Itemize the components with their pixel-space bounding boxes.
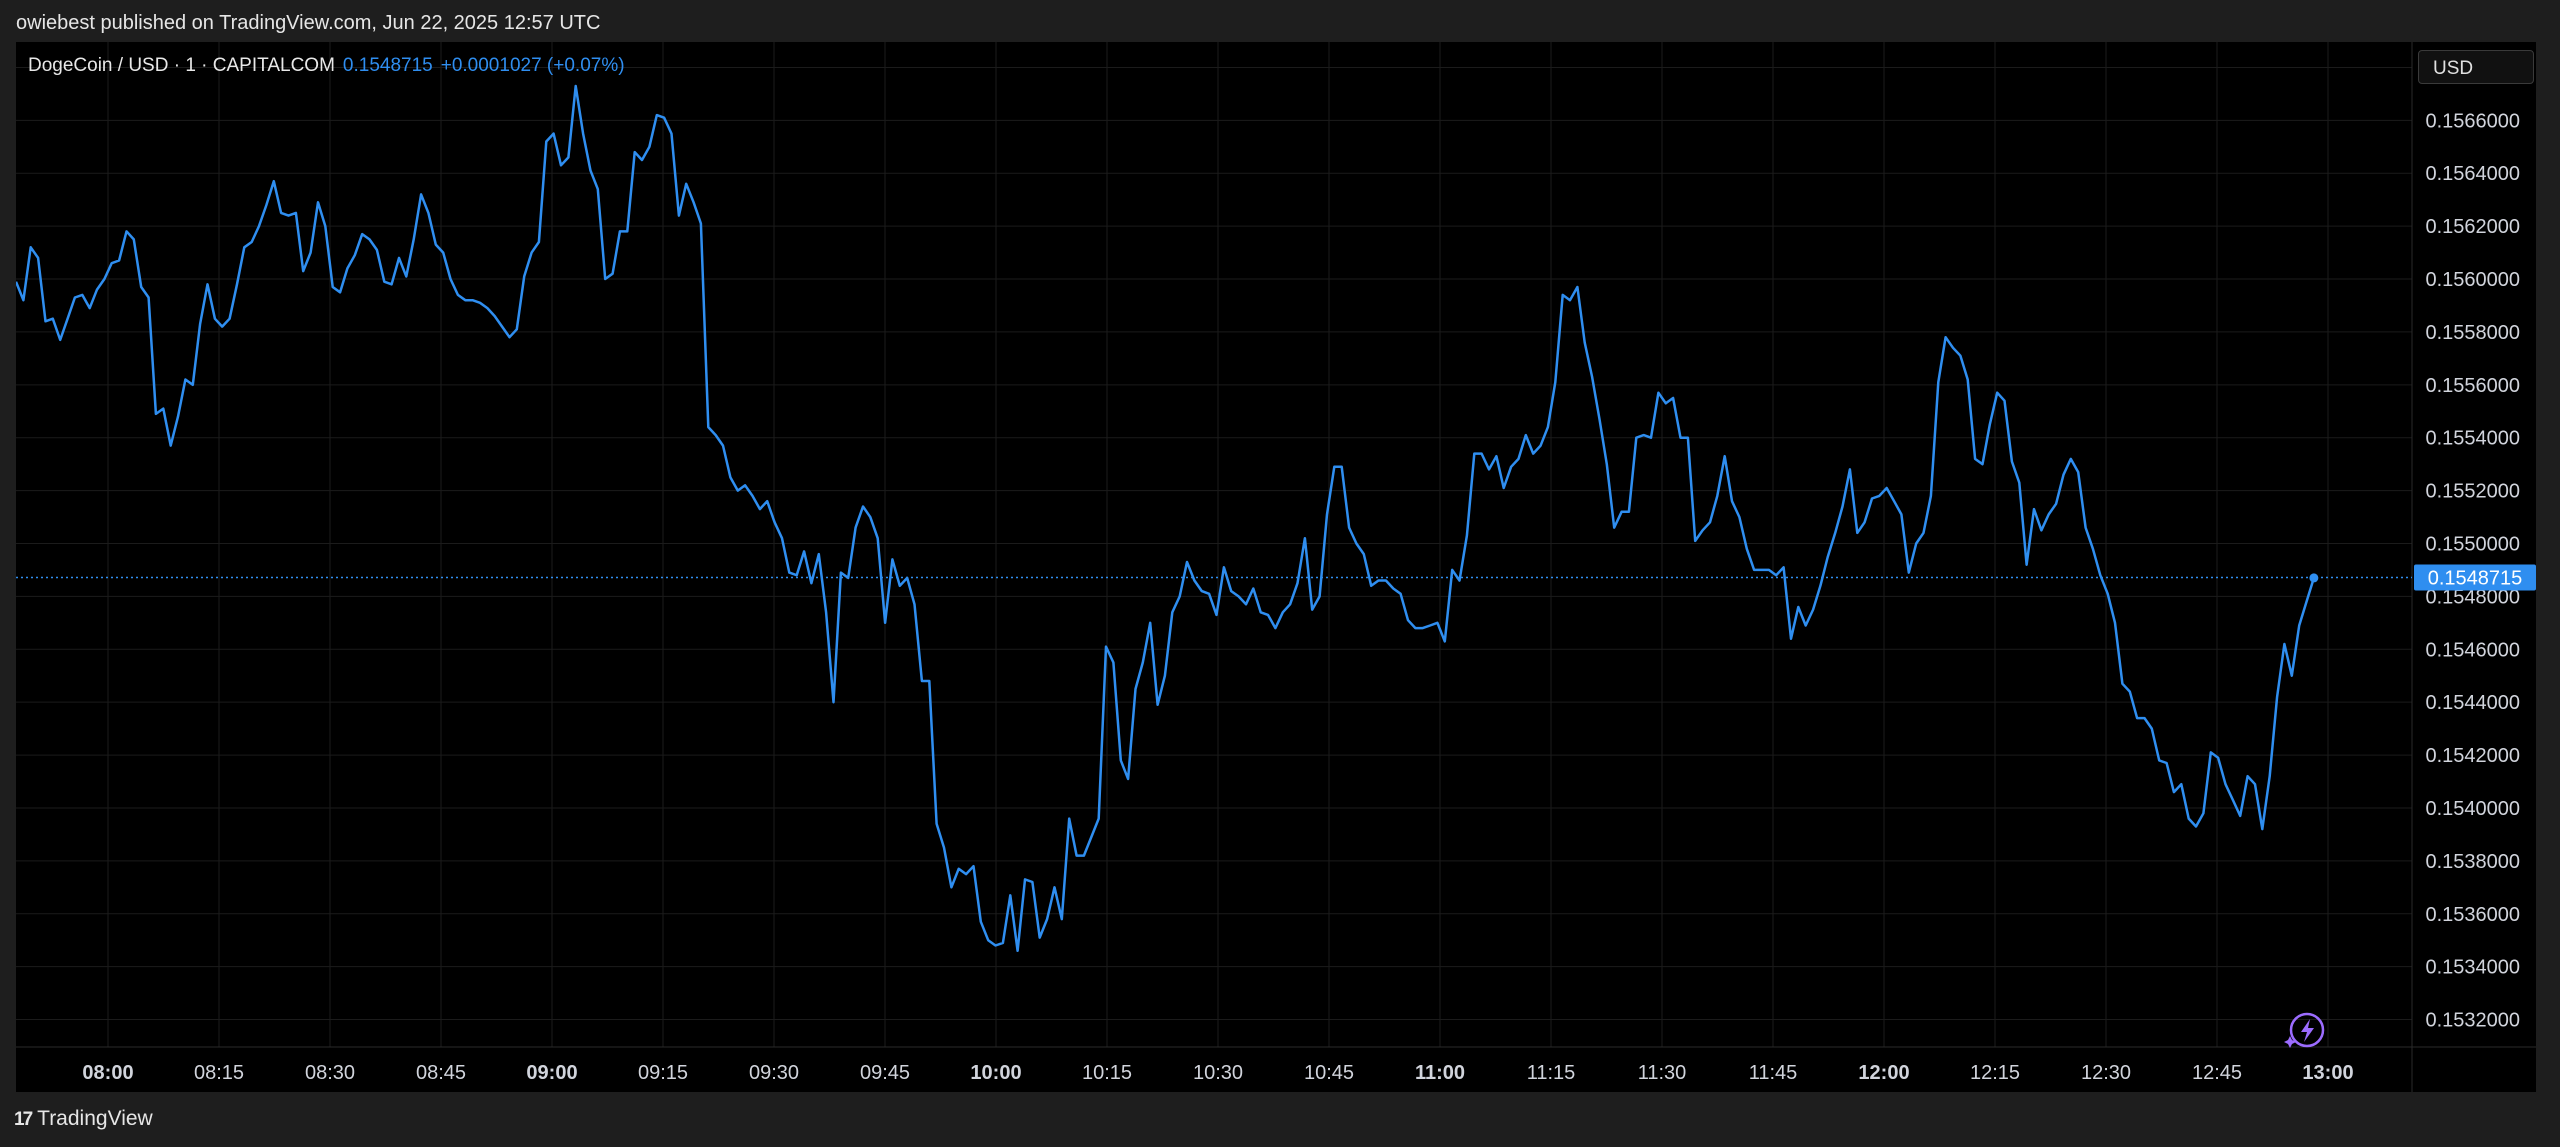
brand-name: TradingView <box>37 1107 153 1130</box>
publish-header: owiebest published on TradingView.com, J… <box>0 0 2560 42</box>
legend-change: +0.0001027 (+0.07%) <box>440 55 625 76</box>
x-tick-label: 08:15 <box>194 1062 244 1084</box>
y-tick-label: 0.1560000 <box>2425 269 2520 291</box>
y-tick-label: 0.1552000 <box>2425 481 2520 503</box>
x-tick-label: 09:45 <box>860 1062 910 1084</box>
price-chart[interactable]: 0.1532000 0.1534000 0.1536000 0.1538000 0.15… <box>16 42 2536 1092</box>
y-tick-label: 0.1556000 <box>2425 375 2520 397</box>
x-tick-label: 10:15 <box>1082 1062 1132 1084</box>
y-tick-label: 0.1534000 <box>2425 957 2520 979</box>
symbol-title: DogeCoin / USD · 1 · CAPITALCOM <box>28 55 335 76</box>
x-tick-label: 08:45 <box>416 1062 466 1084</box>
y-tick-label: 0.1540000 <box>2425 798 2520 820</box>
x-tick-label: 12:45 <box>2192 1062 2242 1084</box>
x-tick-label: 13:00 <box>2302 1062 2353 1084</box>
current-price-label: 0.1548715 <box>2428 567 2523 589</box>
plot-background <box>16 42 2412 1092</box>
footer-brand[interactable]: 17 TradingView <box>14 1107 153 1135</box>
x-tick-label: 09:15 <box>638 1062 688 1084</box>
x-tick-label: 10:00 <box>970 1062 1021 1084</box>
x-tick-label: 11:15 <box>1527 1062 1576 1084</box>
publish-text: owiebest published on TradingView.com, J… <box>16 12 601 34</box>
x-tick-label: 09:00 <box>526 1062 577 1084</box>
x-tick-label: 12:00 <box>1858 1062 1909 1084</box>
x-tick-label: 10:30 <box>1193 1062 1243 1084</box>
x-tick-label: 09:30 <box>749 1062 799 1084</box>
y-tick-label: 0.1546000 <box>2425 639 2520 661</box>
symbol-legend: DogeCoin / USD · 1 · CAPITALCOM 0.1548715… <box>28 55 625 77</box>
x-tick-label: 11:45 <box>1749 1062 1798 1084</box>
y-tick-label: 0.1558000 <box>2425 322 2520 344</box>
y-tick-label: 0.1532000 <box>2425 1010 2520 1032</box>
y-tick-label: 0.1564000 <box>2425 163 2520 185</box>
currency-button[interactable]: USD <box>2418 50 2534 84</box>
y-tick-label: 0.1536000 <box>2425 904 2520 926</box>
x-tick-label: 10:45 <box>1304 1062 1354 1084</box>
legend-price: 0.1548715 <box>342 55 433 76</box>
chart-area[interactable]: 0.1532000 0.1534000 0.1536000 0.1538000 0.15… <box>16 42 2536 1092</box>
y-tick-label: 0.1562000 <box>2425 216 2520 238</box>
tradingview-logo-icon: 17 <box>14 1109 33 1130</box>
y-tick-label: 0.1550000 <box>2425 534 2520 556</box>
y-tick-label: 0.1566000 <box>2425 110 2520 132</box>
last-price-dot <box>2309 573 2319 583</box>
x-tick-label: 12:30 <box>2081 1062 2131 1084</box>
y-tick-label: 0.1554000 <box>2425 428 2520 450</box>
x-tick-label: 08:00 <box>82 1062 133 1084</box>
x-tick-label: 08:30 <box>305 1062 355 1084</box>
x-tick-label: 11:00 <box>1415 1062 1465 1084</box>
y-tick-label: 0.1538000 <box>2425 851 2520 873</box>
y-tick-label: 0.1542000 <box>2425 745 2520 767</box>
x-tick-label: 12:15 <box>1970 1062 2020 1084</box>
x-tick-label: 11:30 <box>1638 1062 1687 1084</box>
currency-label: USD <box>2433 58 2474 79</box>
y-tick-label: 0.1544000 <box>2425 692 2520 714</box>
